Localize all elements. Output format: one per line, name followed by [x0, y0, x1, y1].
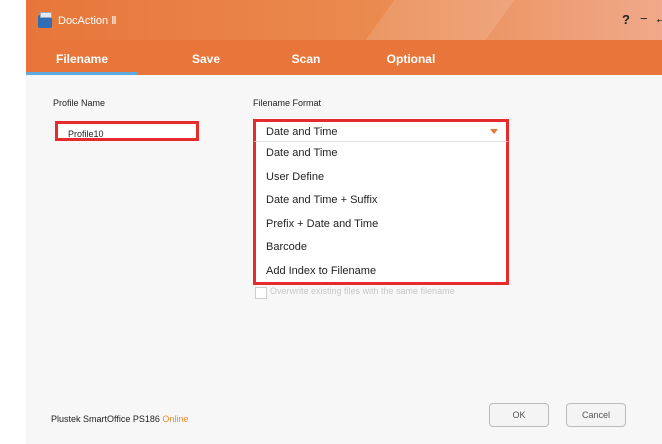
device-status: Plustek SmartOffice PS186 Online	[51, 414, 188, 424]
option-date-and-time[interactable]: Date and Time	[256, 142, 506, 166]
option-prefix-date-time[interactable]: Prefix + Date and Time	[256, 213, 506, 237]
help-button[interactable]: ?	[622, 12, 630, 27]
filename-format-options: Date and Time User Define Date and Time …	[253, 141, 509, 285]
option-barcode[interactable]: Barcode	[256, 236, 506, 260]
option-add-index[interactable]: Add Index to Filename	[256, 260, 506, 284]
back-button[interactable]: ←	[654, 10, 662, 26]
tab-filename[interactable]: Filename	[44, 52, 120, 66]
main-content: Profile Name Profile10 Filename Format D…	[26, 75, 662, 444]
filename-format-label: Filename Format	[253, 98, 322, 108]
tab-scan[interactable]: Scan	[276, 52, 336, 66]
ok-button[interactable]: OK	[489, 403, 549, 427]
device-status-badge: Online	[162, 414, 189, 424]
device-name: Plustek SmartOffice PS186	[51, 414, 160, 424]
tab-bar: Filename Save Scan Optional	[26, 40, 662, 75]
tab-save[interactable]: Save	[176, 52, 236, 66]
option-date-time-suffix[interactable]: Date and Time + Suffix	[256, 189, 506, 213]
profile-name-label: Profile Name	[53, 98, 106, 108]
app-title: DocAction Ⅱ	[58, 15, 117, 27]
profile-name-input[interactable]: Profile10	[55, 121, 199, 141]
cancel-button[interactable]: Cancel	[566, 403, 626, 427]
printer-icon	[38, 12, 52, 28]
overwrite-label: Overwrite existing files with the same f…	[270, 286, 455, 296]
chevron-down-icon	[490, 129, 498, 134]
filename-format-selected: Date and Time	[266, 126, 338, 138]
overwrite-checkbox[interactable]	[255, 287, 267, 299]
tab-optional[interactable]: Optional	[371, 52, 451, 66]
title-bar: DocAction Ⅱ ? − ←	[26, 0, 662, 80]
option-user-define[interactable]: User Define	[256, 166, 506, 190]
minimize-button[interactable]: −	[640, 11, 648, 26]
filename-format-select[interactable]: Date and Time	[253, 119, 509, 141]
